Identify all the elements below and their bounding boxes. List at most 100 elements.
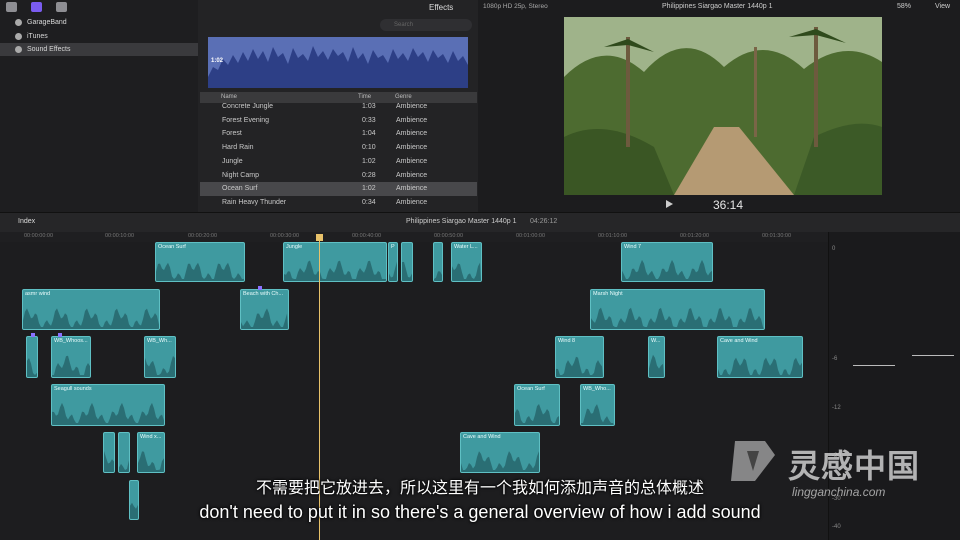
audio-clip[interactable]: Wind 7	[621, 242, 713, 282]
audio-clip[interactable]: WB_Who...	[580, 384, 615, 426]
project-title: Philippines Siargao Master 1440p 1	[406, 218, 517, 225]
meter-level-left	[853, 365, 895, 366]
item-time: 0:28	[362, 171, 376, 179]
waveform-shape	[284, 260, 386, 281]
waveform-shape	[241, 308, 288, 329]
clip-waveform	[461, 451, 539, 472]
list-item[interactable]: Forest 1:04 Ambience	[200, 127, 477, 141]
item-name: Jungle	[222, 157, 243, 165]
audio-clip[interactable]: W...	[648, 336, 665, 378]
index-button[interactable]: Index	[18, 218, 35, 225]
item-genre: Ambience	[396, 171, 428, 179]
browser-toolbar	[6, 2, 67, 14]
sidebar-item-label: GarageBand	[27, 19, 67, 26]
audio-clip[interactable]: P	[388, 242, 398, 282]
subtitle-english: don't need to put it in so there's a gen…	[199, 502, 761, 522]
audio-clip[interactable]: Water L...	[451, 242, 482, 282]
ruler-label: 00:00:40:00	[352, 233, 382, 239]
waveform-shape	[434, 271, 442, 281]
item-name: Forest Evening	[222, 116, 270, 124]
audio-clip[interactable]	[103, 432, 115, 473]
keyword-marker	[58, 333, 62, 337]
item-genre: Ambience	[396, 157, 428, 165]
audio-clip[interactable]	[26, 336, 38, 378]
audio-clip[interactable]: Marsh Night	[590, 289, 765, 330]
item-genre: Ambience	[396, 144, 428, 152]
titles-icon[interactable]	[56, 2, 67, 12]
clip-waveform	[156, 262, 244, 281]
library-sidebar: GarageBand iTunes Sound Effects	[0, 0, 198, 212]
meter-level-right	[912, 355, 954, 356]
sidebar-item-garageband[interactable]: GarageBand	[0, 16, 198, 29]
music-icon	[15, 19, 22, 26]
libraries-icon[interactable]	[6, 2, 17, 12]
audio-clip[interactable]: WB_Whoos...	[51, 336, 91, 378]
item-genre: Ambience	[396, 198, 428, 206]
clip-waveform	[138, 451, 164, 472]
audio-clip[interactable]: Wind 8	[555, 336, 604, 378]
audio-clip[interactable]: WB_Wh...	[144, 336, 176, 378]
waveform-shape	[52, 402, 164, 425]
meter-label: -40	[832, 524, 841, 530]
audio-clip[interactable]: Ocean Surf	[514, 384, 560, 426]
waveform-shape	[591, 307, 764, 329]
waveform-shape	[145, 355, 175, 377]
waveform-preview[interactable]	[208, 37, 468, 88]
audio-clip[interactable]: Seagull sounds	[51, 384, 165, 426]
list-item[interactable]: Hard Rain 0:10 Ambience	[200, 141, 477, 155]
ruler-label: 00:01:10:00	[598, 233, 628, 239]
waveform-shape	[452, 262, 481, 281]
list-item[interactable]: Ocean Surf 1:02 Ambience	[200, 182, 477, 196]
waveform-shape	[52, 355, 90, 377]
item-name: Ocean Surf	[222, 185, 258, 193]
waveform-shape	[649, 354, 664, 377]
meter-label: -12	[832, 405, 841, 411]
item-name: Forest	[222, 130, 242, 138]
item-time: 1:04	[362, 130, 376, 138]
list-item[interactable]: Night Camp 0:28 Ambience	[200, 169, 477, 183]
play-icon[interactable]	[666, 200, 673, 208]
list-item[interactable]: Jungle 1:02 Ambience	[200, 155, 477, 169]
item-time: 1:03	[362, 103, 376, 110]
clip-waveform	[649, 354, 664, 377]
audio-clip[interactable]	[401, 242, 413, 282]
video-frame	[564, 17, 882, 195]
audio-clip[interactable]	[118, 432, 130, 473]
audio-clip[interactable]: Wind x...	[137, 432, 165, 473]
audio-clip[interactable]: asmr wind	[22, 289, 160, 330]
sidebar-item-sound-effects[interactable]: Sound Effects	[0, 43, 198, 56]
ruler-label: 00:01:20:00	[680, 233, 710, 239]
sidebar-item-itunes[interactable]: iTunes	[0, 30, 198, 43]
view-menu[interactable]: View	[935, 3, 950, 10]
item-genre: Ambience	[396, 103, 428, 110]
search-input[interactable]: Search	[380, 19, 472, 31]
audio-clip[interactable]: Cave and Wind	[717, 336, 803, 378]
waveform-shape	[622, 259, 712, 281]
waveform-shape	[461, 451, 539, 472]
audio-photos-icon[interactable]	[31, 2, 42, 12]
ruler-label: 00:00:10:00	[105, 233, 135, 239]
ruler-label: 00:00:30:00	[270, 233, 300, 239]
audio-clip[interactable]: Cave and Wind	[460, 432, 540, 473]
list-item[interactable]: Forest Evening 0:33 Ambience	[200, 114, 477, 128]
audio-clip[interactable]	[433, 242, 443, 282]
list-item[interactable]: Concrete Jungle 1:03 Ambience	[200, 100, 477, 114]
waveform-shape	[156, 262, 244, 281]
waveform-shape	[515, 403, 559, 425]
clip-waveform	[284, 260, 386, 281]
effects-button[interactable]: Effects	[429, 3, 453, 12]
playhead-handle[interactable]	[316, 234, 323, 241]
meter-label: 0	[832, 246, 836, 252]
item-genre: Ambience	[396, 130, 428, 138]
clip-waveform	[119, 460, 129, 472]
waveform-shape	[389, 261, 397, 281]
zoom-menu[interactable]: 58%	[897, 3, 911, 10]
audio-clip[interactable]: Ocean Surf	[155, 242, 245, 282]
item-name: Night Camp	[222, 171, 259, 179]
clip-waveform	[389, 261, 397, 281]
clip-waveform	[241, 308, 288, 329]
list-item[interactable]: Rain Heavy Thunder 0:34 Ambience	[200, 196, 477, 210]
audio-clip[interactable]: Jungle	[283, 242, 387, 282]
clip-waveform	[581, 404, 614, 425]
audio-clip[interactable]: Beach with Ch...	[240, 289, 289, 330]
